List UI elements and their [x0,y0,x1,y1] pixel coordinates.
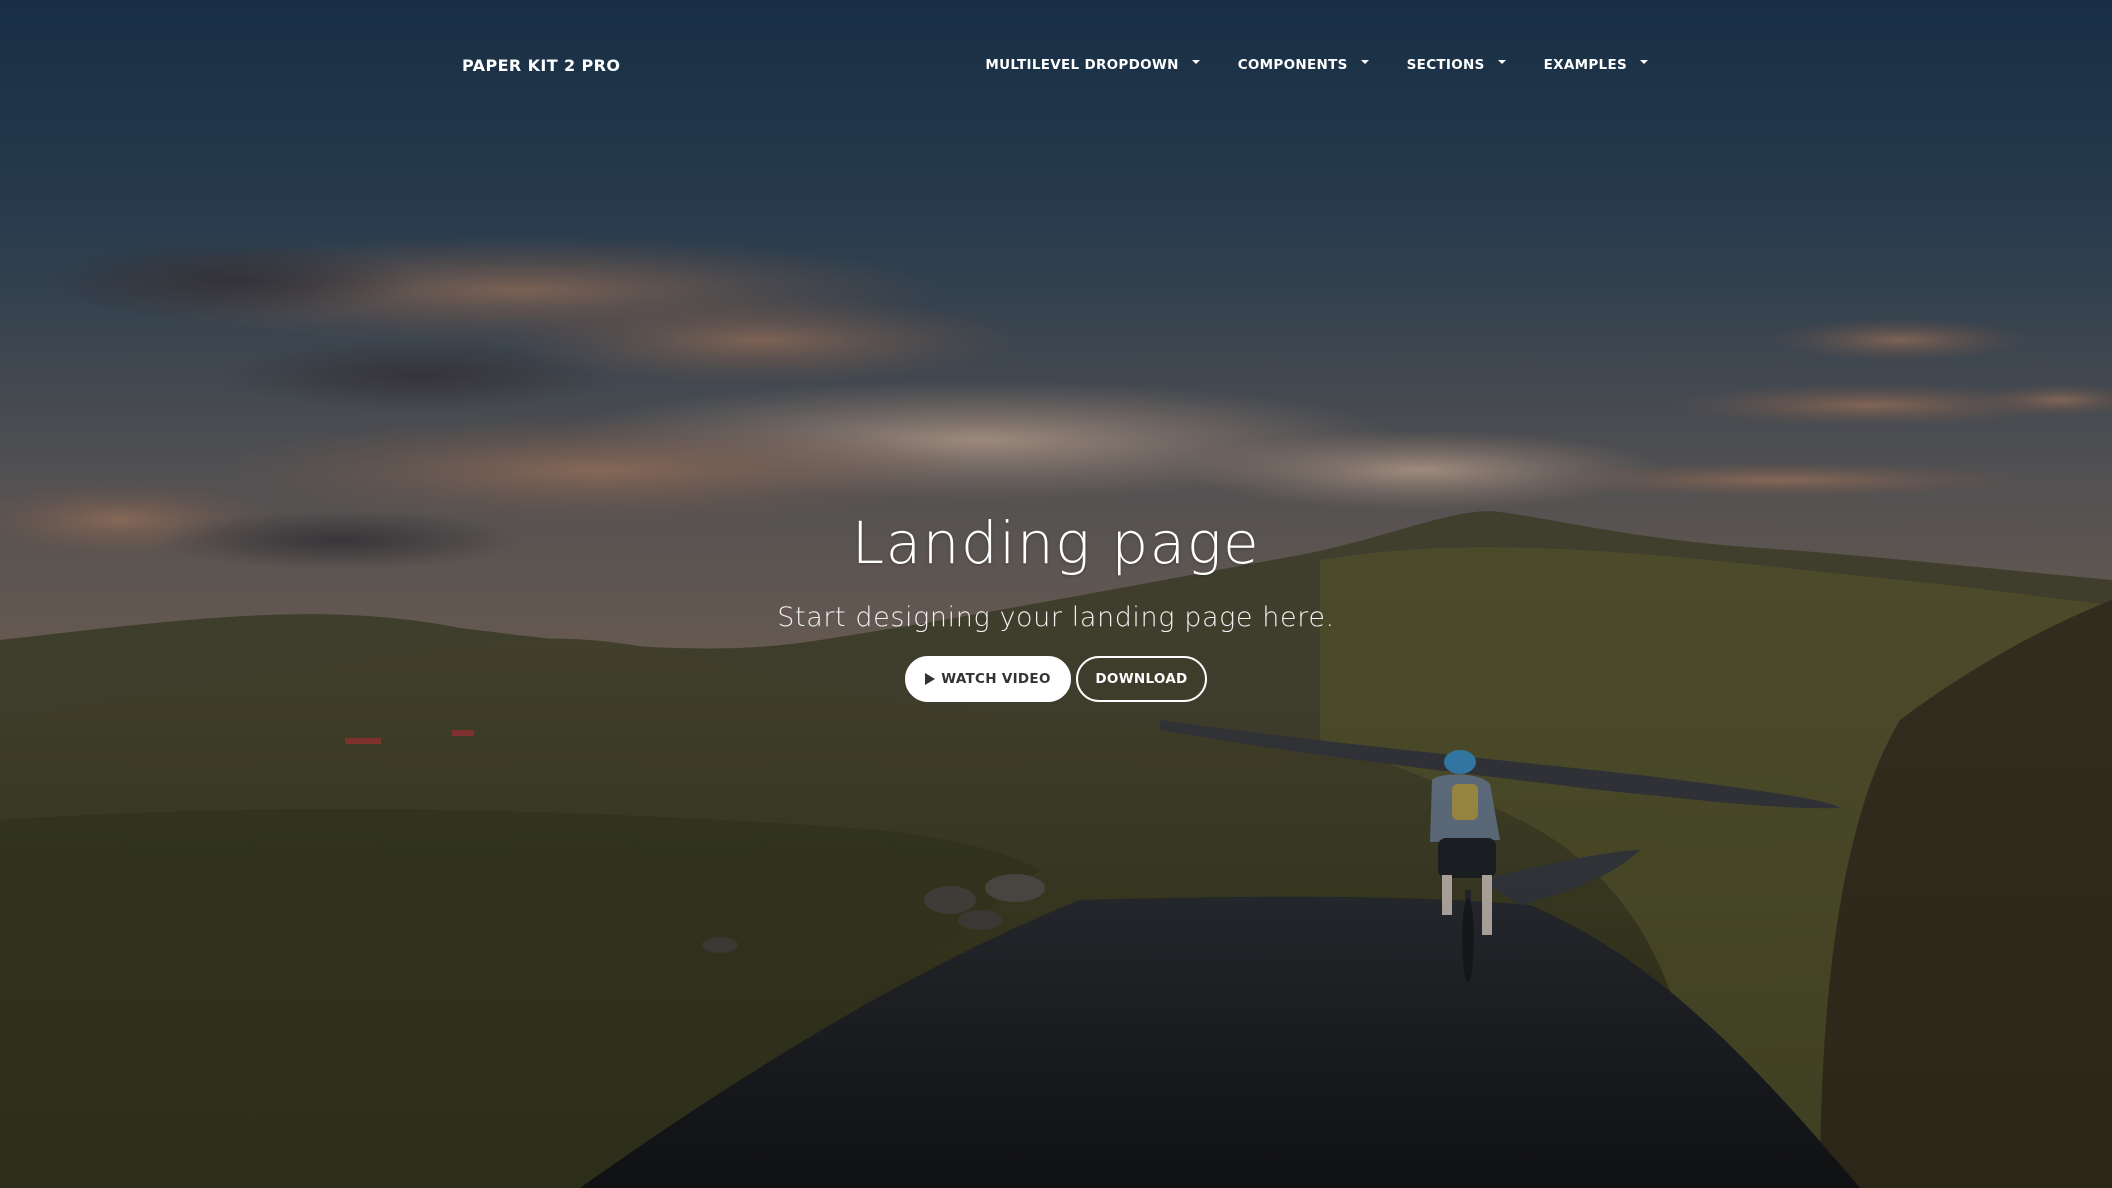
nav-item-label: MULTILEVEL DROPDOWN [985,57,1179,73]
caret-down-icon [1191,60,1200,64]
caret-down-icon [1360,60,1369,64]
hero-content: Landing page Start designing your landin… [0,500,2112,702]
download-button[interactable]: DOWNLOAD [1076,656,1207,702]
play-icon [925,673,936,685]
caret-down-icon [1640,60,1648,64]
watch-video-label: WATCH VIDEO [941,671,1051,687]
nav-item-label: SECTIONS [1406,57,1485,73]
nav-item-examples[interactable]: EXAMPLES [1544,57,1648,73]
download-label: DOWNLOAD [1095,671,1188,687]
landing-page: PAPER KIT 2 PRO MULTILEVEL DROPDOWN COMP… [0,0,2112,1188]
navbar: PAPER KIT 2 PRO MULTILEVEL DROPDOWN COMP… [0,0,2112,134]
nav-item-multilevel-dropdown[interactable]: MULTILEVEL DROPDOWN [985,57,1200,73]
hero-subtitle: Start designing your landing page here. [777,602,1335,633]
nav-item-label: COMPONENTS [1237,57,1348,73]
nav-item-sections[interactable]: SECTIONS [1407,57,1506,73]
nav-menu: MULTILEVEL DROPDOWN COMPONENTS SECTIONS … [985,57,1648,73]
brand-logo-link[interactable]: PAPER KIT 2 PRO [462,56,620,75]
watch-video-button[interactable]: WATCH VIDEO [905,656,1071,702]
nav-item-components[interactable]: COMPONENTS [1238,57,1369,73]
nav-item-label: EXAMPLES [1543,57,1627,73]
hero-buttons: WATCH VIDEO DOWNLOAD [0,656,2112,702]
hero-title: Landing page [851,509,1261,577]
caret-down-icon [1497,60,1506,64]
